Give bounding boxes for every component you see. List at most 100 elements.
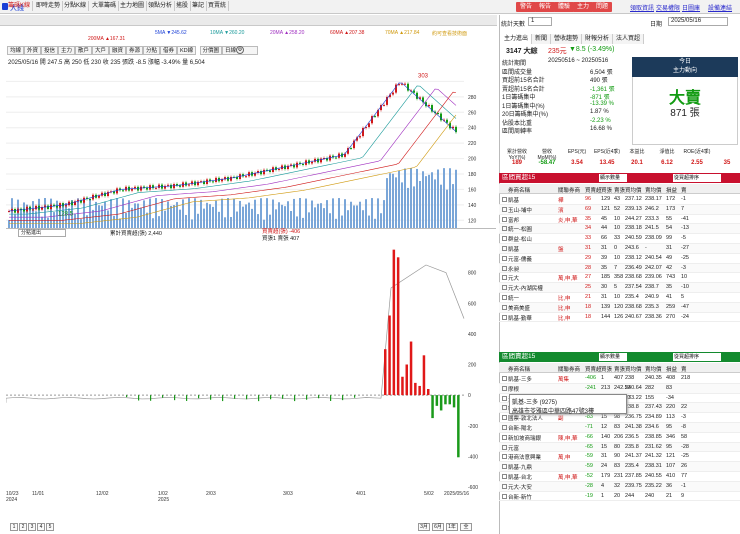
row-checkbox[interactable] [502, 275, 507, 281]
row-checkbox[interactable] [502, 405, 507, 411]
row-checkbox[interactable] [502, 464, 507, 470]
range-button[interactable]: 全 [460, 523, 472, 531]
price-chart[interactable]: 280 260 240 220 200 180 160 140 120 303 128.5 [6, 66, 496, 228]
toolbar-button[interactable]: 警告 [516, 2, 537, 12]
main-tab[interactable]: 分點K線 [62, 1, 90, 11]
flow-chart[interactable]: 8006004002000-200-400-60010/23202411/01 1… [6, 242, 496, 507]
page-button[interactable]: 5 [46, 523, 54, 531]
row-checkbox[interactable] [502, 246, 507, 251]
toolbar-button[interactable]: 主力 [573, 2, 594, 12]
toolbar-link[interactable]: 領取資訊 [630, 3, 654, 12]
toolbar-link[interactable]: 設備連結 [708, 3, 732, 12]
chart-subtab[interactable]: 分價圖 [199, 46, 223, 55]
row-checkbox[interactable] [502, 395, 507, 401]
row-checkbox[interactable] [502, 265, 507, 271]
main-tab[interactable]: 買賣統 [206, 1, 230, 11]
date-input[interactable]: 2025/05/16 [668, 17, 728, 26]
row-checkbox[interactable] [502, 385, 507, 391]
row-checkbox[interactable] [502, 314, 507, 320]
ma-note[interactable]: 約可查看技術面 [432, 30, 467, 37]
right-tab[interactable]: 財報分析 [582, 34, 614, 44]
toolbar-button[interactable]: 問題 [592, 2, 613, 12]
toolbar-button[interactable]: 體驗 [554, 2, 575, 12]
main-tab[interactable]: 籌碼K線 [6, 1, 34, 11]
page-button[interactable]: 4 [37, 523, 45, 531]
table-row[interactable] [499, 263, 740, 274]
sell-sort-select[interactable]: 從買超排序 [673, 353, 721, 361]
chart-subtab[interactable]: 主力 [58, 46, 76, 55]
main-tab[interactable]: 筆記 [190, 1, 208, 11]
chart-subtab[interactable]: 大戶 [92, 46, 110, 55]
toolbar-link[interactable]: 交易權限 [656, 3, 680, 12]
row-checkbox[interactable] [502, 295, 507, 300]
row-checkbox[interactable] [502, 255, 507, 261]
buy-count-select[interactable]: 顯示數量 [599, 174, 627, 182]
right-tab[interactable]: 主力進出 [501, 34, 533, 44]
column-header[interactable]: 賣 [681, 186, 687, 194]
main-tab[interactable]: 大單籌碼 [90, 1, 120, 11]
row-checkbox[interactable] [502, 434, 507, 440]
range-button[interactable]: 1年 [446, 523, 458, 531]
settings-icon[interactable]: ⚙ [236, 46, 244, 54]
main-tab[interactable]: 搖股 [174, 1, 192, 11]
column-header[interactable]: 買賣超 [585, 186, 602, 194]
column-header[interactable]: 買賣超 [585, 365, 602, 373]
buy-sort-select[interactable]: 從買超排序 [673, 174, 721, 182]
row-checkbox[interactable] [502, 285, 507, 291]
column-header[interactable]: 買張 [601, 186, 612, 194]
column-header[interactable]: 賣張 [614, 365, 625, 373]
row-checkbox[interactable] [502, 304, 507, 310]
row-checkbox[interactable] [502, 197, 507, 202]
column-header[interactable]: 關聯券商 [558, 365, 580, 373]
column-header[interactable]: 賣 [681, 365, 687, 373]
row-checkbox[interactable] [502, 415, 507, 421]
row-checkbox[interactable] [502, 454, 507, 460]
right-tab[interactable]: 法人買超 [613, 34, 645, 44]
chart-subtab[interactable]: 外資 [24, 46, 42, 55]
right-tab[interactable]: 營收趨勢 [551, 34, 583, 44]
row-checkbox[interactable] [502, 444, 507, 450]
row-checkbox[interactable] [502, 483, 507, 489]
column-header[interactable]: 買均價 [625, 365, 642, 373]
column-header[interactable]: 賣張 [614, 186, 625, 194]
toolbar-button[interactable]: 報告 [535, 2, 556, 12]
column-header[interactable]: 損益 [666, 186, 677, 194]
row-checkbox[interactable] [502, 226, 507, 232]
range-button[interactable]: 6月 [432, 523, 444, 531]
column-header[interactable]: 賣均價 [645, 186, 662, 194]
column-header[interactable]: 關聯券商 [558, 186, 580, 194]
page-button[interactable]: 3 [28, 523, 36, 531]
chart-subtab[interactable]: 借券 [160, 46, 178, 55]
row-checkbox[interactable] [502, 206, 507, 212]
column-header[interactable]: 賣均價 [645, 365, 662, 373]
row-checkbox[interactable] [502, 493, 507, 499]
chart-subtab[interactable]: 分點 [143, 46, 161, 55]
main-tab[interactable]: 即時走勢 [34, 1, 64, 11]
page-button[interactable]: 2 [19, 523, 27, 531]
column-header[interactable]: 買均價 [625, 186, 642, 194]
days-select[interactable]: 1 [528, 17, 552, 26]
column-header[interactable]: 券商名稱 [508, 365, 530, 373]
row-checkbox[interactable] [502, 376, 507, 381]
chart-subtab[interactable]: 券源 [126, 46, 144, 55]
chart-subtab[interactable]: 散戶 [75, 46, 93, 55]
toolbar-link[interactable]: 日圖庫 [682, 3, 700, 12]
row-checkbox[interactable] [502, 425, 507, 430]
range-button[interactable]: 3月 [418, 523, 430, 531]
page-button[interactable]: 1 [10, 523, 18, 531]
chart-subtab[interactable]: 均線 [7, 46, 25, 55]
main-tab[interactable]: 主力地圖 [118, 1, 148, 11]
row-checkbox[interactable] [502, 474, 507, 479]
row-checkbox[interactable] [502, 216, 507, 222]
column-header[interactable]: 買張 [601, 365, 612, 373]
sell-count-select[interactable]: 顯示數量 [599, 353, 627, 361]
column-header[interactable]: 損益 [666, 365, 677, 373]
column-header[interactable]: 券商名稱 [508, 186, 530, 194]
chart-subtab[interactable]: KD線 [177, 46, 197, 55]
chart-subtab[interactable]: 融資 [109, 46, 127, 55]
row-checkbox[interactable] [502, 236, 507, 242]
right-tab[interactable]: 新聞 [532, 34, 552, 44]
chart-subtab[interactable]: 投信 [41, 46, 59, 55]
table-row[interactable] [499, 244, 740, 254]
main-tab[interactable]: 領點分析 [146, 1, 176, 11]
